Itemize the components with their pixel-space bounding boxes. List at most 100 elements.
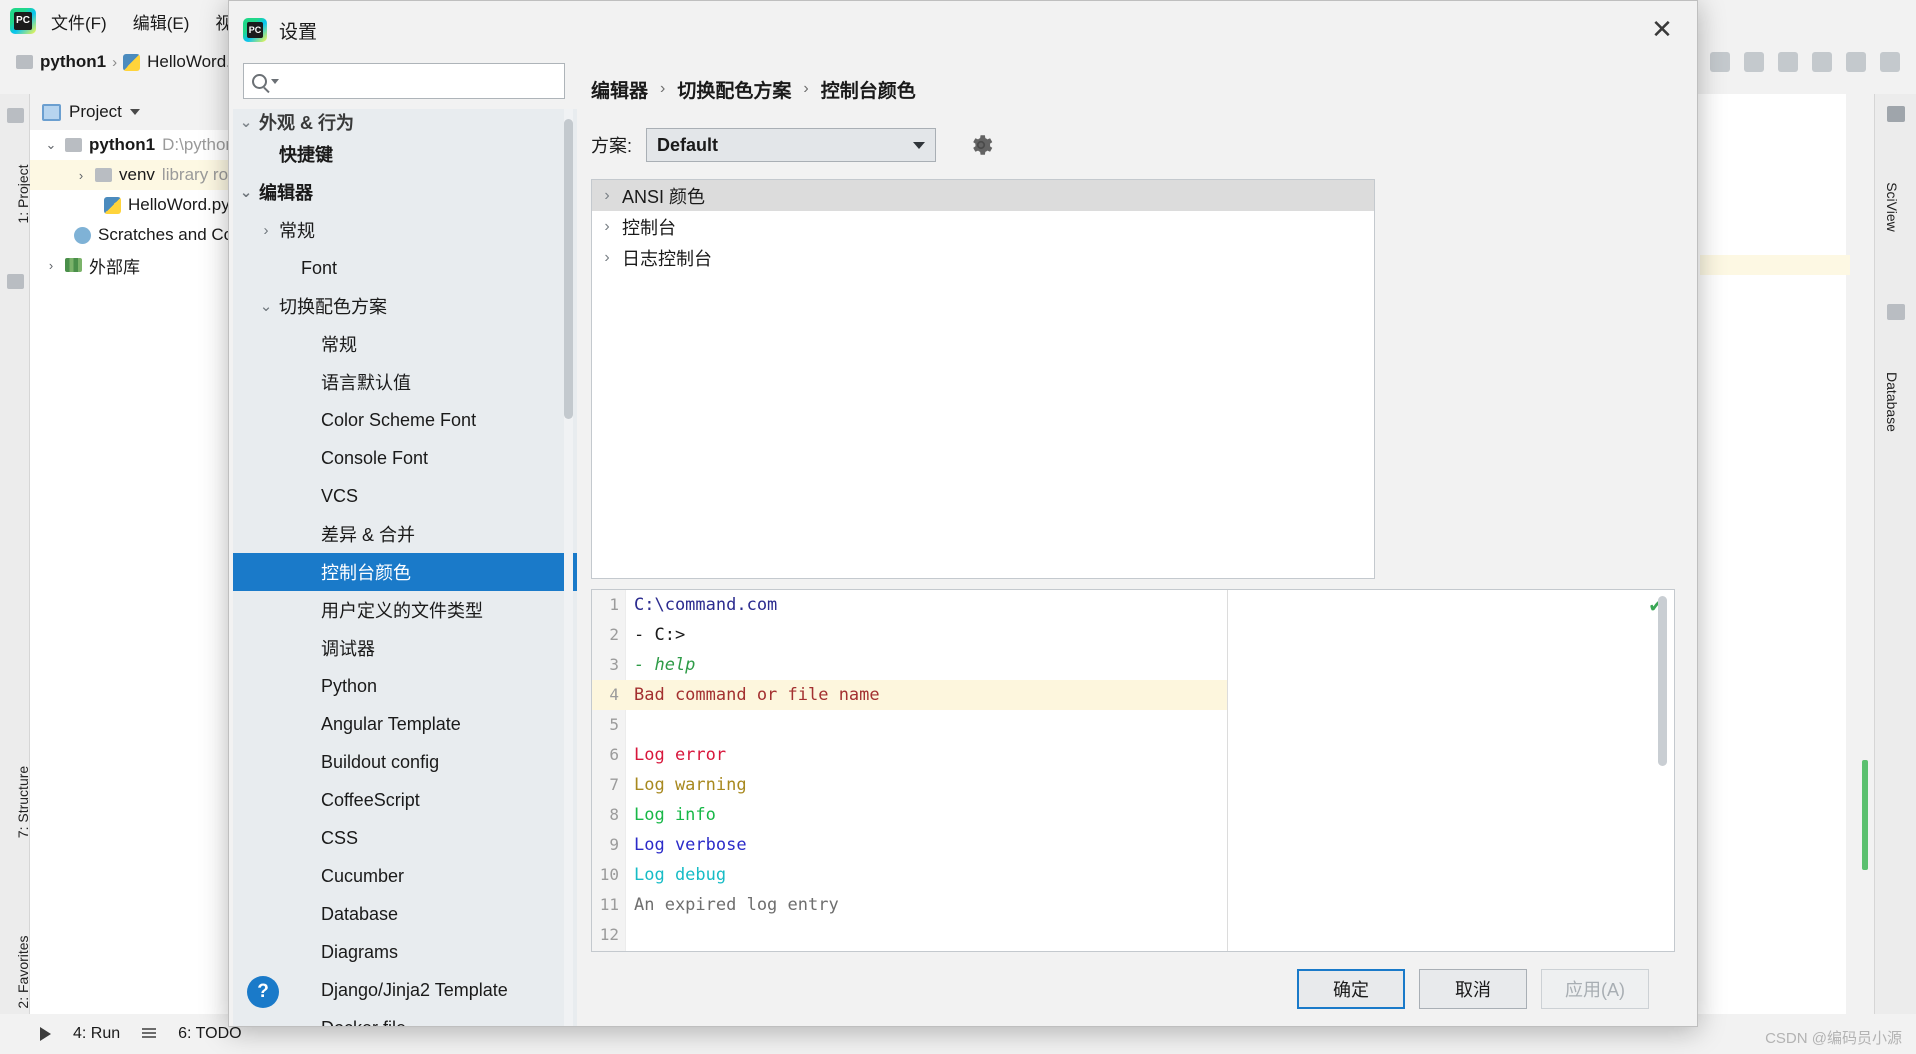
rail-label-database[interactable]: Database [1884,352,1900,452]
line-number: 13 [592,950,626,951]
navbar-project-crumb[interactable]: python1 [16,52,106,72]
sciview-icon[interactable] [1887,106,1905,122]
scheme-select[interactable]: Default [646,128,937,162]
status-run-label[interactable]: 4: Run [73,1025,120,1043]
run-config-icon[interactable] [1710,52,1730,72]
structure-rail-icon[interactable] [7,274,24,289]
rail-label-structure[interactable]: 7: Structure [15,757,31,847]
run-icon[interactable] [1744,52,1764,72]
rail-label-sciview[interactable]: SciView [1884,157,1900,257]
breadcrumb-separator: › [803,80,809,97]
breadcrumb-item-color-scheme[interactable]: 切换配色方案 [677,76,791,103]
search-everywhere-icon[interactable] [1880,52,1900,72]
chevron-down-icon[interactable]: ⌄ [233,183,259,201]
status-todo-label[interactable]: 6: TODO [178,1025,241,1043]
breadcrumb-item-editor[interactable]: 编辑器 [591,76,648,103]
apply-button[interactable]: 应用(A) [1541,969,1649,1009]
external-libraries-icon [65,258,82,272]
color-tree-item[interactable]: › ANSI 颜色 [592,180,1374,211]
chevron-down-icon[interactable]: ⌄ [44,137,58,153]
cancel-button[interactable]: 取消 [1419,969,1527,1009]
settings-tree-item-label: Angular Template [321,713,461,734]
settings-tree-item[interactable]: 快捷键 [233,135,577,173]
settings-tree-item[interactable]: Diagrams [233,933,577,971]
settings-tree-item[interactable]: Cucumber [233,857,577,895]
chevron-right-icon[interactable]: › [592,249,622,267]
gear-icon[interactable] [968,132,994,158]
settings-tree-item[interactable]: 常规 [233,325,577,363]
chevron-down-icon[interactable] [129,109,140,115]
settings-tree-item[interactable]: CoffeeScript [233,781,577,819]
color-tree-item[interactable]: › 日志控制台 [592,242,1374,273]
settings-tree-item-label: Docker file [321,1018,406,1027]
chevron-right-icon[interactable]: › [592,187,622,205]
preview-scrollbar[interactable] [1658,596,1667,766]
chevron-right-icon[interactable]: › [253,222,279,239]
settings-tree-item[interactable]: 控制台颜色 [233,553,577,591]
close-icon[interactable]: ✕ [1633,4,1691,56]
chevron-down-icon[interactable] [271,78,279,84]
breadcrumb-item-console-colors[interactable]: 控制台颜色 [821,76,916,103]
color-tree-item[interactable]: › 控制台 [592,211,1374,242]
stop-icon[interactable] [1846,52,1866,72]
preview-code-text: Log warning [634,775,747,795]
database-icon[interactable] [1887,304,1905,320]
coverage-icon[interactable] [1812,52,1832,72]
settings-category-tree[interactable]: ⌄ 外观 & 行为 快捷键 ⌄ 编辑器 › 常规 Font ⌄ 切换配色方案 常规 语言默认值 Colo… [233,109,577,1026]
settings-tree-item[interactable]: Docker file [233,1009,577,1027]
preview-code-pane[interactable]: 1 C:\command.com 2 - C:> 3 - help 4 Bad command… [592,590,1228,951]
search-box[interactable] [243,63,565,99]
settings-tree-item[interactable]: ⌄ 编辑器 [233,173,577,211]
settings-tree-item[interactable]: Buildout config [233,743,577,781]
line-number: 8 [609,805,619,824]
settings-tree-item[interactable]: CSS [233,819,577,857]
settings-tree-item-label: 切换配色方案 [279,297,387,317]
breadcrumb-separator: › [660,80,666,97]
search-input[interactable] [283,71,556,91]
editor-scroll-marker [1862,760,1868,870]
scheme-label: 方案: [591,136,633,156]
settings-tree-item[interactable]: VCS [233,477,577,515]
chevron-down-icon[interactable]: ⌄ [253,297,279,315]
settings-tree-item[interactable]: ⌄ 外观 & 行为 [233,109,577,135]
settings-tree-item[interactable]: 语言默认值 [233,363,577,401]
chevron-right-icon[interactable]: › [44,258,58,273]
rail-label-project[interactable]: 1: Project [15,149,31,239]
project-tree-label: HelloWord.py [128,195,230,214]
chevron-right-icon[interactable]: › [592,218,622,236]
settings-tree-item[interactable]: 差异 & 合并 [233,515,577,553]
settings-tree-scrollbar[interactable] [564,119,573,419]
settings-tree-item[interactable]: Angular Template [233,705,577,743]
todo-icon[interactable] [142,1028,157,1040]
settings-tree-item[interactable]: Database [233,895,577,933]
settings-tree-item[interactable]: Font [233,249,577,287]
help-button[interactable]: ? [247,976,279,1008]
menu-item-file[interactable]: 文件(F) [40,5,118,38]
settings-tree-item[interactable]: ⌄ 切换配色方案 [233,287,577,325]
preview-code-line: 6 Log error [592,740,1227,770]
settings-tree-item[interactable]: 用户定义的文件类型 [233,591,577,629]
chevron-right-icon[interactable]: › [74,168,88,183]
preview-side-pane: ✔ [1228,590,1674,951]
settings-tree-item[interactable]: Color Scheme Font [233,401,577,439]
settings-tree-item[interactable]: 调试器 [233,629,577,667]
debug-icon[interactable] [1778,52,1798,72]
settings-tree-item[interactable]: Python [233,667,577,705]
color-tree-item-label: 日志控制台 [622,248,712,269]
settings-tree-item-label: VCS [321,485,359,506]
settings-tree-item[interactable]: › 常规 [233,211,577,249]
rail-label-favorites[interactable]: 2: Favorites [15,927,31,1017]
preview-code-line: 10 Log debug [592,860,1227,890]
line-number: 9 [609,835,619,854]
chevron-down-icon[interactable] [913,141,926,149]
ok-button[interactable]: 确定 [1297,969,1405,1009]
menu-item-edit[interactable]: 编辑(E) [122,5,201,38]
color-settings-tree[interactable]: › ANSI 颜色 › 控制台 › 日志控制台 [591,179,1375,579]
chevron-down-icon[interactable]: ⌄ [233,113,259,131]
settings-tree-item[interactable]: Console Font [233,439,577,477]
project-rail-icon[interactable] [7,108,24,123]
run-icon[interactable] [40,1027,51,1041]
settings-tree-item-label: 常规 [321,335,357,355]
settings-tree-item[interactable]: Django/Jinja2 Template [233,971,577,1009]
preview-code-line: 3 - help [592,650,1227,680]
